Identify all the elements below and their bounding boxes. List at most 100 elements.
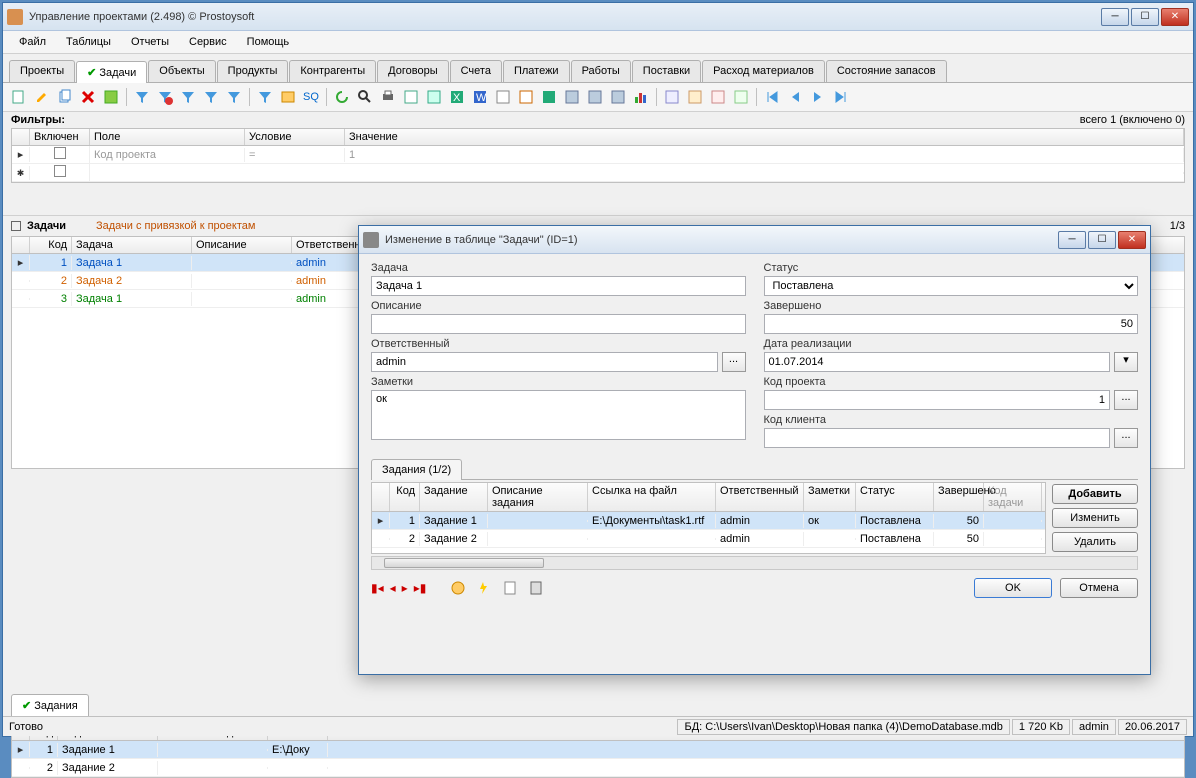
tasks-link[interactable]: Задачи с привязкой к проектам (96, 220, 255, 232)
tab-accounts[interactable]: Счета (450, 60, 502, 82)
tab-stock[interactable]: Состояние запасов (826, 60, 947, 82)
delete-icon[interactable] (78, 87, 98, 107)
filter-enabled-checkbox[interactable] (54, 147, 66, 159)
filter-value[interactable]: 1 (345, 148, 1184, 162)
tab-contragents[interactable]: Контрагенты (289, 60, 376, 82)
close-button[interactable]: ✕ (1161, 8, 1189, 26)
field-done[interactable] (764, 314, 1139, 334)
dlg-nav-first-icon[interactable]: ▮◂ (371, 581, 384, 595)
struct1-icon[interactable] (662, 87, 682, 107)
sql-icon[interactable]: SQL (301, 87, 321, 107)
client-lookup-button[interactable]: ... (1114, 428, 1138, 448)
tab-materials[interactable]: Расход материалов (702, 60, 825, 82)
field-notes[interactable]: ок (371, 390, 746, 440)
filter2-icon[interactable] (178, 87, 198, 107)
dlg-hscroll[interactable] (371, 556, 1138, 570)
dlg-maximize-button[interactable]: ☐ (1088, 231, 1116, 249)
proj-lookup-button[interactable]: ... (1114, 390, 1138, 410)
nav-prev-icon[interactable] (785, 87, 805, 107)
dlg-grid-row[interactable]: 2Задание 2adminПоставлена50 (372, 530, 1045, 548)
minimize-button[interactable]: ─ (1101, 8, 1129, 26)
export2-icon[interactable] (424, 87, 444, 107)
filters-grid[interactable]: Включен Поле Условие Значение Код проект… (11, 128, 1185, 183)
tab-contracts[interactable]: Договоры (377, 60, 448, 82)
collapse-icon[interactable] (11, 221, 21, 231)
dlg-nav-prev-icon[interactable]: ◂ (390, 581, 396, 595)
filter-clear-icon[interactable] (155, 87, 175, 107)
menu-help[interactable]: Помощь (237, 33, 300, 51)
dlg-cancel-button[interactable]: Отмена (1060, 578, 1138, 598)
export-xml-icon[interactable] (516, 87, 536, 107)
field-desc[interactable] (371, 314, 746, 334)
subtab-assignments[interactable]: ✔Задания (11, 694, 89, 716)
filter3-icon[interactable] (201, 87, 221, 107)
filter4-icon[interactable] (224, 87, 244, 107)
menu-file[interactable]: Файл (9, 33, 56, 51)
dlg-subtab-assignments[interactable]: Задания (1/2) (371, 459, 462, 480)
tab-payments[interactable]: Платежи (503, 60, 570, 82)
reload-icon[interactable] (332, 87, 352, 107)
struct4-icon[interactable] (731, 87, 751, 107)
tab-products[interactable]: Продукты (217, 60, 289, 82)
print-icon[interactable] (378, 87, 398, 107)
resp-lookup-button[interactable]: ... (722, 352, 746, 372)
export-html-icon[interactable] (493, 87, 513, 107)
group1-icon[interactable] (562, 87, 582, 107)
group3-icon[interactable] (608, 87, 628, 107)
field-task[interactable] (371, 276, 746, 296)
dlg-edit-button[interactable]: Изменить (1052, 508, 1138, 528)
field-proj[interactable] (764, 390, 1111, 410)
field-date[interactable] (764, 352, 1111, 372)
filter-cond[interactable]: = (245, 148, 345, 162)
assignment-row[interactable]: 1Задание 1E:\Доку (12, 741, 1184, 759)
edit-icon[interactable] (32, 87, 52, 107)
chart-icon[interactable] (631, 87, 651, 107)
dlg-add-button[interactable]: Добавить (1052, 484, 1138, 504)
menu-service[interactable]: Сервис (179, 33, 237, 51)
dlg-ok-button[interactable]: OK (974, 578, 1052, 598)
assignment-row[interactable]: 2Задание 2 (12, 759, 1184, 777)
menu-reports[interactable]: Отчеты (121, 33, 179, 51)
find-icon[interactable] (355, 87, 375, 107)
dlg-minimize-button[interactable]: ─ (1058, 231, 1086, 249)
dlg-nav-next-icon[interactable]: ▸ (402, 581, 408, 595)
tab-tasks[interactable]: ✔Задачи (76, 61, 147, 83)
struct2-icon[interactable] (685, 87, 705, 107)
group2-icon[interactable] (585, 87, 605, 107)
date-dropdown-button[interactable]: ▾ (1114, 352, 1138, 372)
tab-projects[interactable]: Проекты (9, 60, 75, 82)
filter-enabled-checkbox[interactable] (54, 165, 66, 177)
dlg-grid-row[interactable]: 1Задание 1E:\Документы\task1.rtfadminокП… (372, 512, 1045, 530)
copy-icon[interactable] (55, 87, 75, 107)
sort-icon[interactable] (278, 87, 298, 107)
dlg-close-button[interactable]: ✕ (1118, 231, 1146, 249)
dlg-globe-icon[interactable] (448, 578, 468, 598)
tab-supplies[interactable]: Поставки (632, 60, 701, 82)
dlg-delete-button[interactable]: Удалить (1052, 532, 1138, 552)
nav-last-icon[interactable] (831, 87, 851, 107)
dlg-grid[interactable]: Код Задание Описание задания Ссылка на ф… (371, 482, 1046, 554)
dlg-calc-icon[interactable] (526, 578, 546, 598)
menu-tables[interactable]: Таблицы (56, 33, 121, 51)
dlg-bolt-icon[interactable] (474, 578, 494, 598)
maximize-button[interactable]: ☐ (1131, 8, 1159, 26)
dlg-nav-last-icon[interactable]: ▸▮ (414, 581, 427, 595)
nav-first-icon[interactable] (762, 87, 782, 107)
tab-works[interactable]: Работы (571, 60, 631, 82)
import-excel-icon[interactable] (539, 87, 559, 107)
field-client[interactable] (764, 428, 1111, 448)
struct3-icon[interactable] (708, 87, 728, 107)
export-word-icon[interactable]: W (470, 87, 490, 107)
field-status[interactable]: Поставлена (764, 276, 1139, 296)
dlg-doc-icon[interactable] (500, 578, 520, 598)
filter-icon[interactable] (132, 87, 152, 107)
refresh-icon[interactable] (101, 87, 121, 107)
export1-icon[interactable] (401, 87, 421, 107)
new-icon[interactable] (9, 87, 29, 107)
field-resp[interactable] (371, 352, 718, 372)
tab-objects[interactable]: Объекты (148, 60, 215, 82)
nav-next-icon[interactable] (808, 87, 828, 107)
filter-field[interactable]: Код проекта (90, 148, 245, 162)
export-excel-icon[interactable]: X (447, 87, 467, 107)
filter5-icon[interactable] (255, 87, 275, 107)
